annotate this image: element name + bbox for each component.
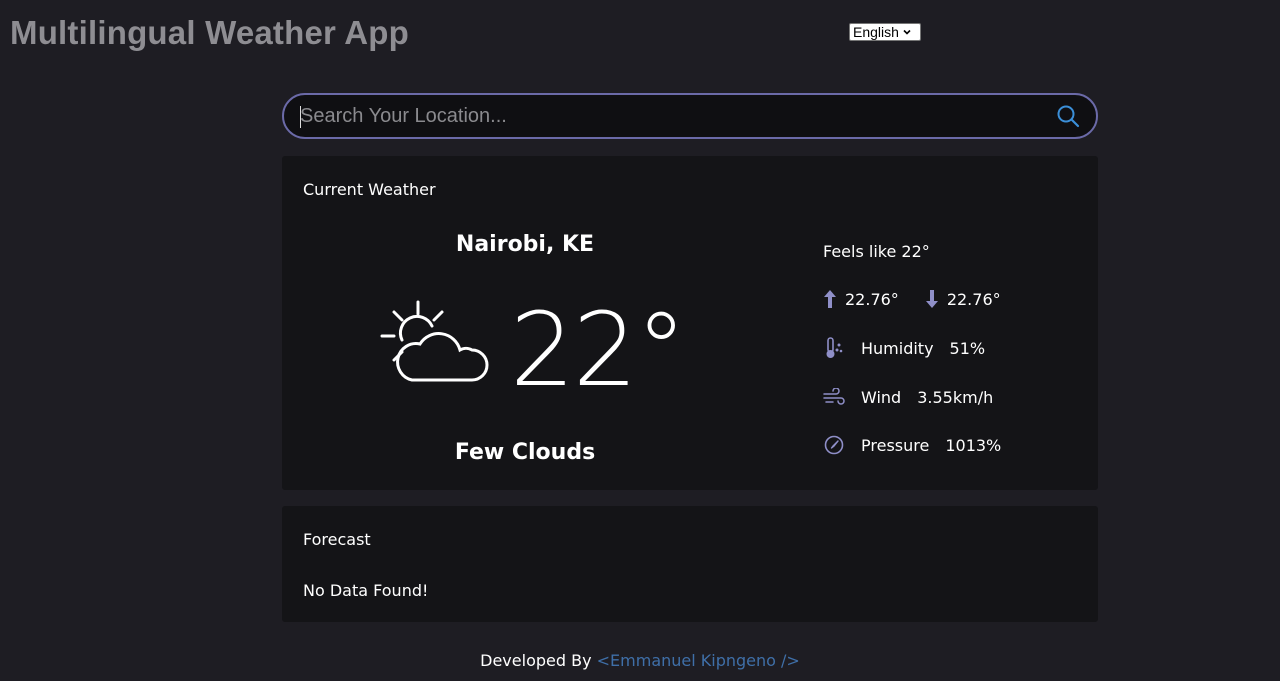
humidity-row: Humidity 51%	[823, 337, 985, 359]
min-max-temps: 22.76° 22.76°	[823, 289, 1001, 309]
current-weather-card: Current Weather Nairobi, KE 22° Few Clou…	[282, 156, 1098, 490]
wind-label: Wind	[861, 387, 902, 407]
forecast-card: Forecast No Data Found!	[282, 506, 1098, 622]
search-button[interactable]	[1046, 94, 1090, 138]
location-name: Nairobi, KE	[455, 232, 595, 257]
humidity-label: Humidity	[861, 338, 934, 358]
arrow-up-icon	[824, 290, 836, 308]
wind-value: 3.55km/h	[917, 387, 994, 407]
pressure-value: 1013%	[945, 435, 1002, 455]
language-select[interactable]: English	[849, 23, 921, 41]
pressure-label: Pressure	[861, 435, 930, 455]
author-link[interactable]: <Emmanuel Kipngeno />	[597, 651, 800, 670]
gauge-icon	[823, 434, 845, 456]
max-temp: 22.76°	[823, 289, 899, 309]
search-bar	[282, 93, 1098, 139]
forecast-heading: Forecast	[303, 530, 371, 549]
search-icon	[1057, 105, 1080, 128]
feels-like: Feels like 22°	[823, 242, 930, 261]
weather-description: Few Clouds	[454, 440, 596, 465]
pressure-row: Pressure 1013%	[823, 434, 1001, 456]
forecast-empty-message: No Data Found!	[303, 581, 429, 600]
text-caret	[300, 106, 301, 128]
footer-prefix: Developed By	[480, 651, 592, 670]
app-title: Multilingual Weather App	[10, 14, 409, 51]
wind-row: Wind 3.55km/h	[823, 386, 993, 408]
humidity-value: 51%	[949, 338, 986, 358]
arrow-down-icon	[925, 290, 938, 308]
chevron-down-icon	[903, 29, 911, 35]
language-select-value: English	[853, 24, 899, 40]
footer: Developed By <Emmanuel Kipngeno />	[0, 651, 1280, 670]
partly-cloudy-icon	[380, 300, 489, 382]
min-temp: 22.76°	[925, 289, 1001, 309]
search-input[interactable]	[284, 95, 1046, 137]
humidity-icon	[823, 337, 845, 359]
temperature-value: 22°	[510, 291, 687, 410]
wind-icon	[823, 386, 845, 408]
max-temp-value: 22.76°	[845, 289, 899, 309]
min-temp-value: 22.76°	[946, 289, 1001, 309]
current-weather-heading: Current Weather	[303, 180, 436, 199]
